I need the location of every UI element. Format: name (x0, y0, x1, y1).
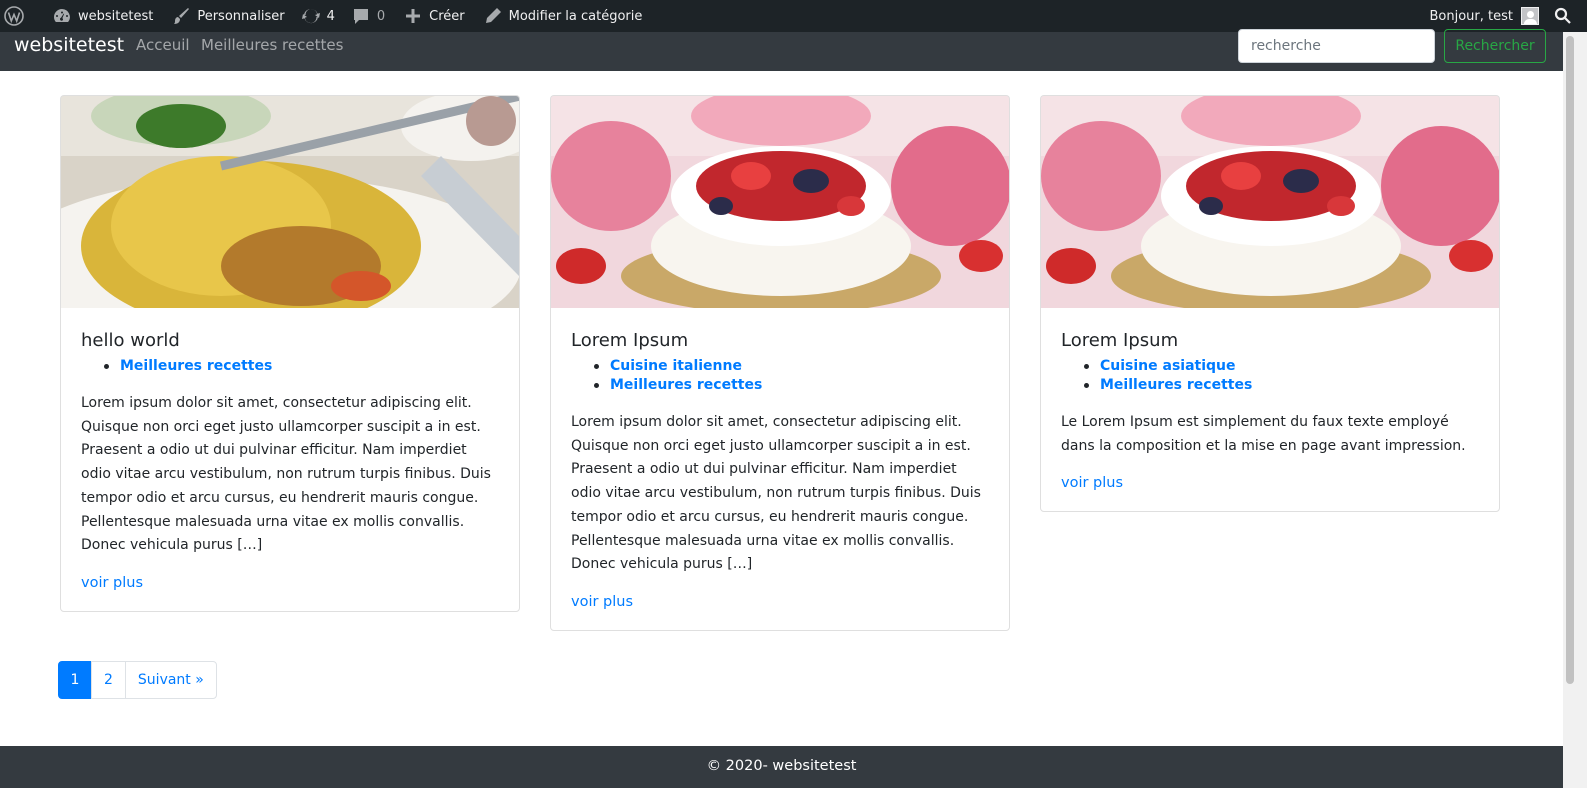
customize-link[interactable]: Personnaliser (164, 0, 291, 32)
post-card: hello world Meilleures recettes Lorem ip… (60, 95, 520, 612)
comments-link[interactable]: 0 (344, 0, 392, 32)
post-title[interactable]: Lorem Ipsum (1061, 330, 1479, 351)
admin-search-button[interactable] (1546, 0, 1587, 32)
avatar (1521, 7, 1539, 25)
updates-link[interactable]: 4 (294, 0, 342, 32)
post-image-strawberry-cake[interactable] (551, 96, 1009, 308)
category-link[interactable]: Meilleures recettes (101, 357, 499, 376)
post-excerpt: Lorem ipsum dolor sit amet, consectetur … (571, 414, 981, 573)
category-link[interactable]: Cuisine italienne (591, 357, 989, 376)
updates-count: 4 (326, 8, 335, 24)
user-account-link[interactable]: Bonjour, test (1423, 0, 1547, 32)
post-card: Lorem Ipsum Cuisine asiatique Meilleures… (1040, 95, 1500, 513)
next-page-button[interactable]: Suivant » (124, 661, 217, 699)
user-greeting: Bonjour, test (1429, 8, 1514, 24)
post-title[interactable]: Lorem Ipsum (571, 330, 989, 351)
search-button[interactable]: Rechercher (1444, 29, 1546, 63)
comment-icon (353, 9, 368, 24)
post-categories: Cuisine asiatique Meilleures recettes (1081, 357, 1479, 395)
read-more-link[interactable]: voir plus (571, 594, 989, 610)
admin-bar: websitetest Personnaliser 4 0 Créer Modi… (0, 0, 1587, 32)
read-more-link[interactable]: voir plus (1061, 475, 1479, 491)
post-image-strawberry-cake[interactable] (1041, 96, 1499, 308)
updates-icon (301, 8, 320, 24)
edit-category-label: Modifier la catégorie (508, 8, 643, 24)
page-1-button[interactable]: 1 (58, 661, 92, 699)
site-footer: © 2020- websitetest (0, 746, 1563, 788)
search-input[interactable] (1238, 29, 1435, 63)
category-link[interactable]: Meilleures recettes (1081, 376, 1479, 395)
admin-site-name: websitetest (78, 8, 154, 24)
post-title[interactable]: hello world (81, 330, 499, 351)
footer-copyright: © 2020- websitetest (706, 758, 857, 774)
comments-count: 0 (376, 8, 386, 24)
admin-site-link[interactable]: websitetest (45, 0, 160, 32)
edit-category-link[interactable]: Modifier la catégorie (476, 0, 650, 32)
dashboard-icon (54, 9, 70, 22)
scrollbar-thumb[interactable] (1566, 36, 1574, 684)
nav-link-home[interactable]: Acceuil (136, 36, 190, 54)
wordpress-logo-icon[interactable] (0, 0, 31, 32)
post-card: Lorem Ipsum Cuisine italienne Meilleures… (550, 95, 1010, 631)
category-link[interactable]: Cuisine asiatique (1081, 357, 1479, 376)
site-brand[interactable]: websitetest (14, 34, 124, 56)
customize-label: Personnaliser (197, 8, 285, 24)
nav-link-best-recipes[interactable]: Meilleures recettes (201, 36, 343, 54)
new-content-label: Créer (429, 8, 465, 24)
post-categories: Meilleures recettes (101, 357, 499, 376)
paintbrush-icon (174, 8, 190, 24)
post-image-spaghetti[interactable] (61, 96, 519, 308)
post-excerpt: Le Lorem Ipsum est simplement du faux te… (1061, 414, 1466, 454)
read-more-link[interactable]: voir plus (81, 575, 499, 591)
plus-icon (406, 9, 421, 23)
post-excerpt: Lorem ipsum dolor sit amet, consectetur … (81, 395, 491, 554)
pencil-icon (485, 8, 501, 23)
category-link[interactable]: Meilleures recettes (591, 376, 989, 395)
post-categories: Cuisine italienne Meilleures recettes (591, 357, 989, 395)
new-content-link[interactable]: Créer (396, 0, 471, 32)
page-2-button[interactable]: 2 (91, 661, 126, 699)
pagination: 1 2 Suivant » (58, 661, 217, 699)
search-icon (1554, 7, 1571, 24)
site-navbar: websitetest Acceuil Meilleures recettes … (0, 29, 1563, 71)
